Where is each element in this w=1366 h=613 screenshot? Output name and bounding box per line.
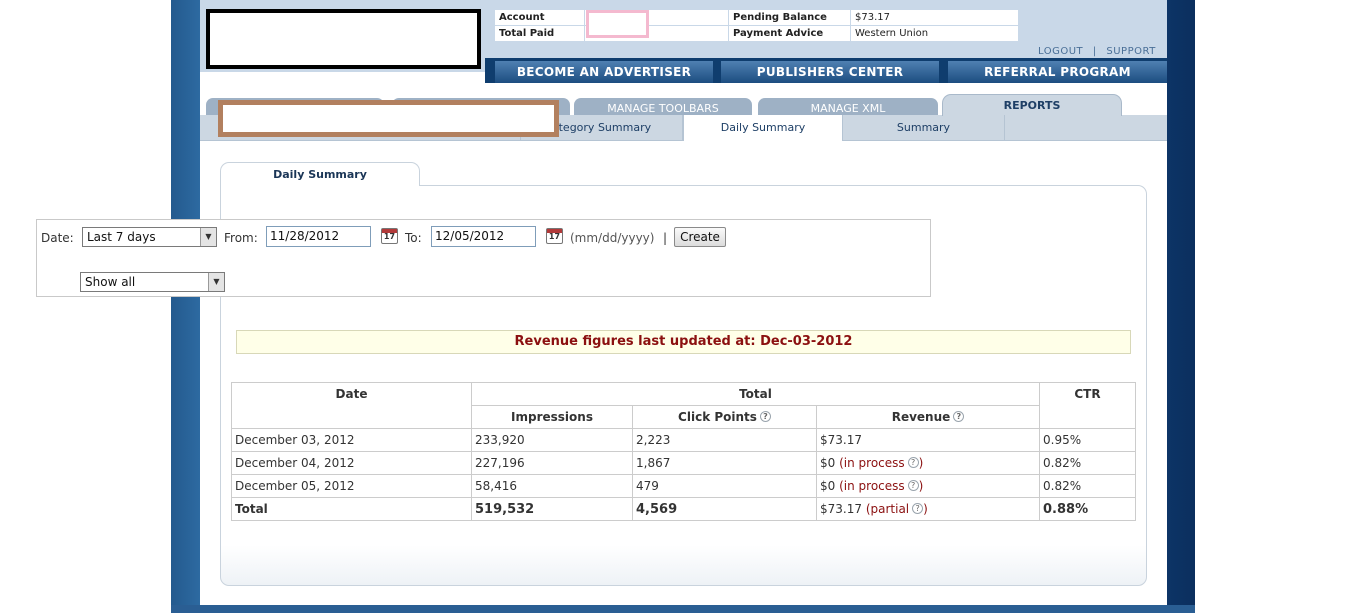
cell-ctr: 0.95% [1039, 428, 1136, 452]
cell-revenue: $0 (in process?) [816, 474, 1040, 498]
revenue-label: Revenue [891, 410, 951, 424]
column-header-click-points: Click Points? [632, 405, 817, 429]
revenue-amount: $73.17 [820, 502, 862, 516]
cell-impressions: 233,920 [471, 428, 633, 452]
show-filter-value: Show all [85, 275, 136, 289]
in-process-status: (in process [839, 479, 905, 493]
nav-become-advertiser[interactable]: BECOME AN ADVERTISER [495, 61, 713, 83]
sub-tab-summary[interactable]: Summary [843, 115, 1005, 141]
help-icon[interactable]: ? [759, 411, 771, 422]
cell-ctr: 0.82% [1039, 474, 1136, 498]
tab-reports[interactable]: REPORTS [942, 94, 1122, 116]
column-header-ctr: CTR [1039, 382, 1136, 429]
table-row: December 05, 2012 58,416 479 $0 (in proc… [231, 474, 1136, 498]
table-total-row: Total 519,532 4,569 $73.17 (partial?) 0.… [231, 497, 1136, 521]
table-row: December 03, 2012 233,920 2,223 $73.17 0… [231, 428, 1136, 452]
chevron-down-icon: ▼ [208, 273, 224, 291]
help-icon[interactable]: ? [907, 480, 919, 491]
filter-box: Date: Last 7 days ▼ From: 11/28/2012 17 … [36, 219, 931, 297]
info-row-total-paid: Total Paid Payment Advice Western Union [494, 25, 1019, 42]
cell-date: December 04, 2012 [231, 451, 472, 475]
sub-tab-daily-summary[interactable]: Daily Summary [683, 115, 843, 141]
pending-balance-value: $73.17 [850, 9, 1019, 26]
calendar-icon-digit: 17 [383, 232, 396, 241]
click-points-label: Click Points [678, 410, 757, 424]
tab-manage-xml[interactable]: MANAGE XML [758, 98, 938, 116]
left-background-band [171, 0, 200, 613]
cell-impressions: 227,196 [471, 451, 633, 475]
payment-advice-label: Payment Advice [728, 25, 851, 42]
cell-revenue: $73.17 [816, 428, 1040, 452]
table-header-row: Date Total CTR [231, 382, 1136, 429]
date-range-value: Last 7 days [87, 230, 156, 244]
show-filter-select[interactable]: Show all ▼ [80, 272, 225, 292]
cell-click-points: 1,867 [632, 451, 817, 475]
help-icon[interactable]: ? [907, 457, 919, 468]
info-row-account: Account Pending Balance $73.17 [494, 9, 1019, 26]
nav-publishers-center[interactable]: PUBLISHERS CENTER [721, 61, 939, 83]
from-date-input[interactable]: 11/28/2012 [266, 226, 371, 247]
partial-status: (partial [865, 502, 910, 516]
chevron-down-icon: ▼ [200, 228, 216, 246]
cell-total-impressions: 519,532 [471, 497, 633, 521]
filter-separator: | [663, 231, 668, 245]
column-header-date: Date [231, 382, 472, 429]
links-separator: | [1092, 46, 1097, 57]
tab-manage-toolbars[interactable]: MANAGE TOOLBARS [574, 98, 752, 116]
right-background-band [1167, 0, 1195, 613]
help-icon[interactable]: ? [912, 503, 924, 514]
account-value-redacted [586, 10, 649, 38]
in-process-status: (in process [839, 456, 905, 470]
calendar-icon[interactable]: 17 [546, 228, 563, 244]
date-format-hint: (mm/dd/yyyy) [570, 231, 655, 245]
status-close-paren: ) [918, 479, 924, 493]
calendar-icon-digit: 17 [548, 232, 561, 241]
payment-advice-value: Western Union [850, 25, 1019, 42]
cell-impressions: 58,416 [471, 474, 633, 498]
cell-total-label: Total [231, 497, 472, 521]
cell-click-points: 479 [632, 474, 817, 498]
revenue-amount: $0 [820, 456, 836, 470]
cell-date: December 05, 2012 [231, 474, 472, 498]
help-icon[interactable]: ? [953, 411, 965, 422]
account-label: Account [494, 9, 585, 26]
cell-ctr: 0.82% [1039, 451, 1136, 475]
date-label: Date: [41, 231, 74, 245]
to-date-input[interactable]: 12/05/2012 [431, 226, 536, 247]
top-links: LOGOUT | SUPPORT [1038, 46, 1162, 57]
to-label: To: [405, 231, 422, 245]
cell-date: December 03, 2012 [231, 428, 472, 452]
column-header-revenue: Revenue? [816, 405, 1040, 429]
cell-revenue: $0 (in process?) [816, 451, 1040, 475]
total-paid-label: Total Paid [494, 25, 585, 42]
support-link[interactable]: SUPPORT [1106, 46, 1155, 57]
account-info-table: Account Pending Balance $73.17 Total Pai… [494, 9, 1019, 42]
panel-title-tab: Daily Summary [220, 162, 420, 186]
tabs-redacted [218, 100, 559, 137]
status-close-paren: ) [918, 456, 924, 470]
cell-total-click-points: 4,569 [632, 497, 817, 521]
cell-click-points: 2,223 [632, 428, 817, 452]
status-close-paren: ) [923, 502, 928, 516]
calendar-icon[interactable]: 17 [381, 228, 398, 244]
date-range-select[interactable]: Last 7 days ▼ [82, 227, 217, 247]
create-button[interactable]: Create [674, 227, 726, 247]
revenue-amount: $0 [820, 479, 836, 493]
pending-balance-label: Pending Balance [728, 9, 851, 26]
cell-total-revenue: $73.17 (partial?) [816, 497, 1040, 521]
nav-referral-program[interactable]: REFERRAL PROGRAM [948, 61, 1167, 83]
table-row: December 04, 2012 227,196 1,867 $0 (in p… [231, 451, 1136, 475]
column-header-total: Total [471, 382, 1040, 406]
from-label: From: [224, 231, 258, 245]
cell-total-ctr: 0.88% [1039, 497, 1136, 521]
revenue-update-notice: Revenue figures last updated at: Dec-03-… [236, 330, 1131, 354]
logout-link[interactable]: LOGOUT [1038, 46, 1083, 57]
daily-summary-table: Date Total CTR Impressions Click Points?… [231, 382, 1136, 521]
bottom-background-band [171, 605, 1195, 613]
column-header-impressions: Impressions [471, 405, 633, 429]
logo-redacted [206, 9, 481, 69]
header: Account Pending Balance $73.17 Total Pai… [200, 0, 1167, 83]
